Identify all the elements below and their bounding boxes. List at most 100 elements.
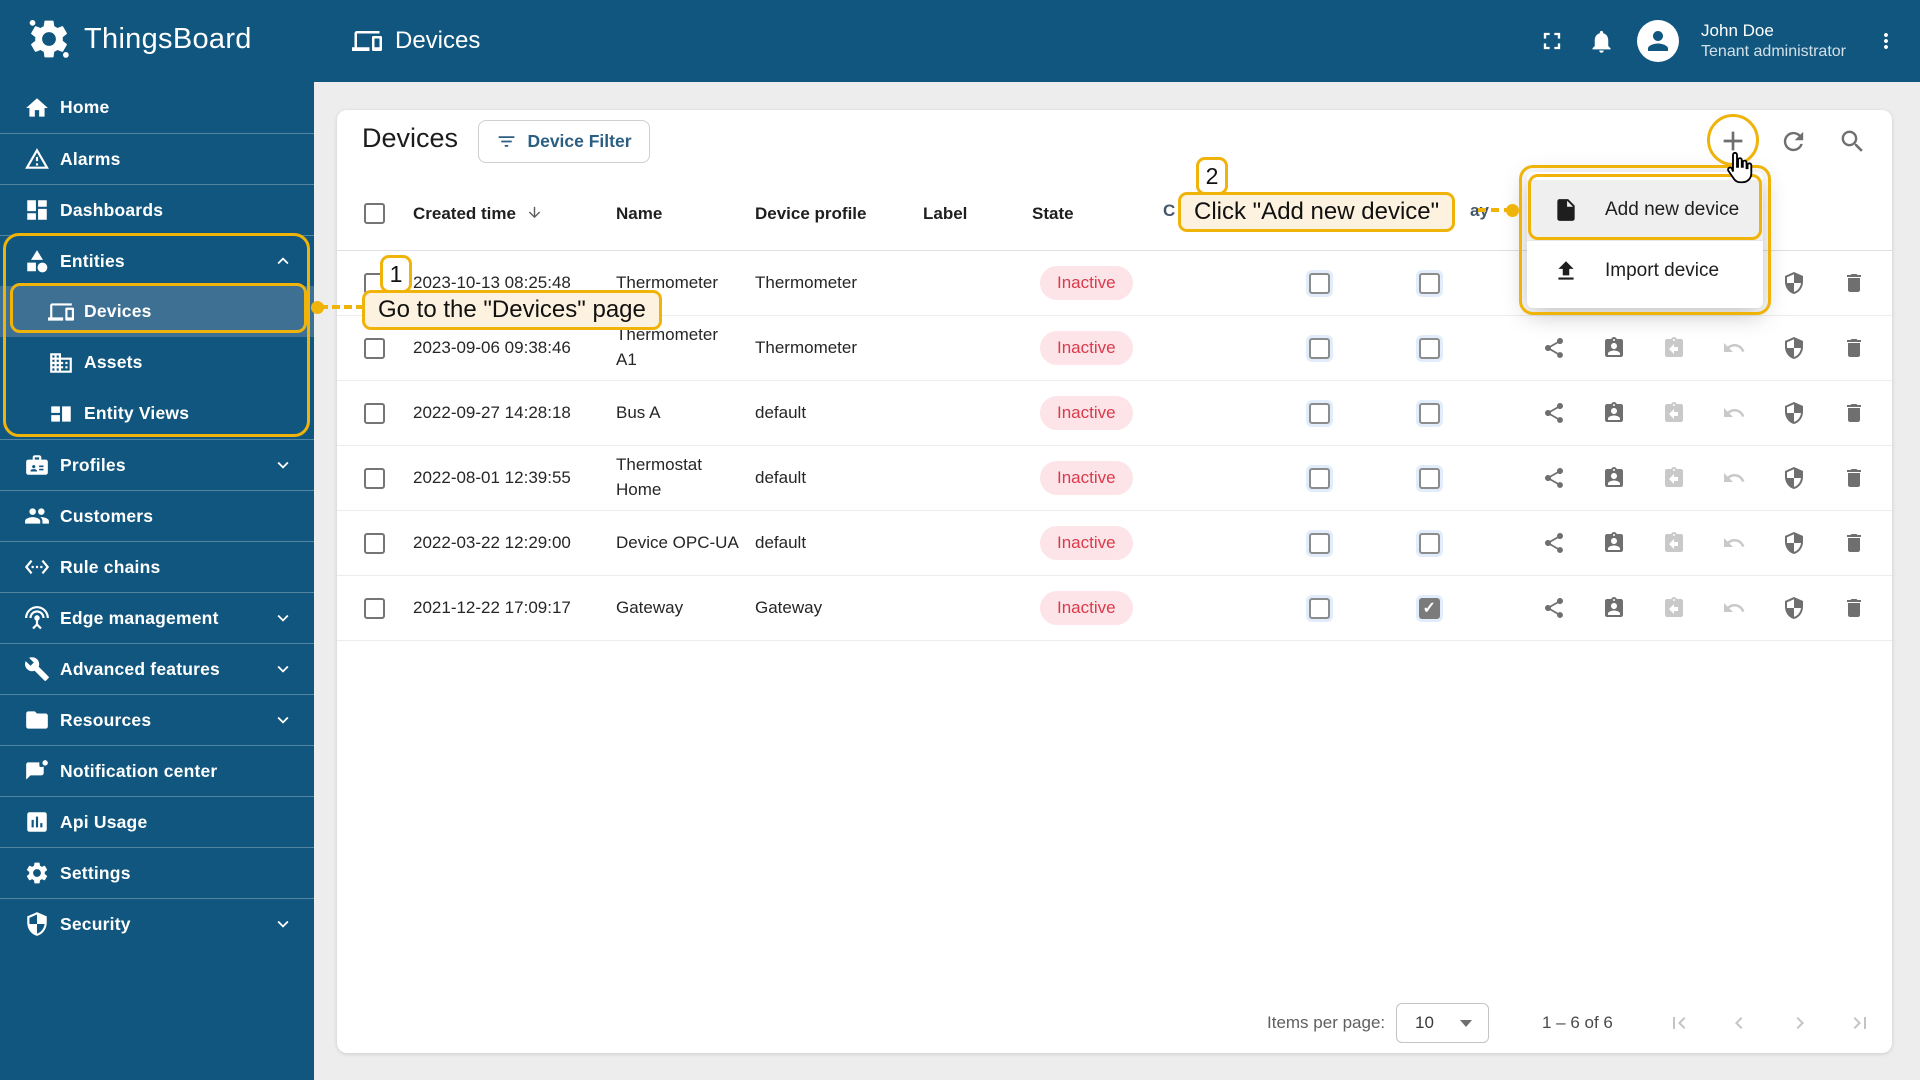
share-icon[interactable] bbox=[1542, 596, 1566, 620]
folder-icon bbox=[24, 707, 50, 733]
user-name: John Doe bbox=[1701, 21, 1774, 41]
row-checkbox[interactable] bbox=[364, 467, 385, 489]
delete-icon[interactable] bbox=[1842, 336, 1866, 360]
is-gateway-checkbox[interactable] bbox=[1418, 402, 1440, 424]
column-state[interactable]: State bbox=[1032, 204, 1163, 224]
first-page-icon[interactable] bbox=[1667, 1011, 1691, 1035]
share-icon[interactable] bbox=[1542, 401, 1566, 425]
sidebar-item-rule-chains[interactable]: Rule chains bbox=[0, 541, 314, 592]
select-all-checkbox[interactable] bbox=[364, 203, 385, 224]
sidebar-item-api-usage[interactable]: Api Usage bbox=[0, 796, 314, 847]
column-created-time[interactable]: Created time bbox=[413, 204, 616, 224]
is-gateway-checkbox[interactable] bbox=[1418, 337, 1440, 359]
page-breadcrumb-title: Devices bbox=[395, 27, 481, 54]
share-icon[interactable] bbox=[1542, 466, 1566, 490]
sort-desc-icon bbox=[526, 204, 543, 221]
step2-badge: 2 bbox=[1196, 157, 1228, 195]
public-checkbox[interactable] bbox=[1308, 532, 1330, 554]
public-checkbox[interactable] bbox=[1308, 467, 1330, 489]
connector-dot bbox=[311, 301, 324, 314]
is-gateway-checkbox[interactable] bbox=[1418, 597, 1440, 619]
table-row[interactable]: 2022-09-27 14:28:18 Bus A default Inacti… bbox=[337, 381, 1892, 446]
security-icon[interactable] bbox=[1782, 596, 1806, 620]
is-gateway-checkbox[interactable] bbox=[1418, 532, 1440, 554]
assign-customer-icon[interactable] bbox=[1602, 596, 1626, 620]
credentials-copy-icon[interactable] bbox=[1662, 596, 1686, 620]
status-badge: Inactive bbox=[1040, 526, 1133, 560]
chevron-down-icon bbox=[272, 709, 294, 731]
notifications-icon[interactable] bbox=[1588, 28, 1615, 55]
credentials-copy-icon[interactable] bbox=[1662, 531, 1686, 555]
status-badge: Inactive bbox=[1040, 396, 1133, 430]
share-icon[interactable] bbox=[1542, 336, 1566, 360]
assign-customer-icon[interactable] bbox=[1602, 401, 1626, 425]
more-vert-icon[interactable] bbox=[1874, 29, 1898, 53]
row-checkbox[interactable] bbox=[364, 337, 385, 359]
column-device-profile[interactable]: Device profile bbox=[755, 204, 923, 224]
public-checkbox[interactable] bbox=[1308, 337, 1330, 359]
sidebar-item-advanced-features[interactable]: Advanced features bbox=[0, 643, 314, 694]
security-icon[interactable] bbox=[1782, 531, 1806, 555]
column-name[interactable]: Name bbox=[616, 204, 755, 224]
avatar-icon[interactable] bbox=[1637, 20, 1680, 62]
delete-icon[interactable] bbox=[1842, 531, 1866, 555]
unassign-icon[interactable] bbox=[1722, 401, 1746, 425]
sidebar-item-settings[interactable]: Settings bbox=[0, 847, 314, 898]
delete-icon[interactable] bbox=[1842, 466, 1866, 490]
public-checkbox[interactable] bbox=[1308, 597, 1330, 619]
dashboard-icon bbox=[24, 197, 50, 223]
delete-icon[interactable] bbox=[1842, 271, 1866, 295]
unassign-icon[interactable] bbox=[1722, 531, 1746, 555]
column-customer-partial: C bbox=[1163, 201, 1176, 220]
last-page-icon[interactable] bbox=[1848, 1011, 1872, 1035]
chevron-down-icon bbox=[272, 607, 294, 629]
security-icon[interactable] bbox=[1782, 271, 1806, 295]
share-icon[interactable] bbox=[1542, 531, 1566, 555]
table-row[interactable]: 2022-03-22 12:29:00 Device OPC-UA defaul… bbox=[337, 511, 1892, 576]
refresh-icon[interactable] bbox=[1779, 127, 1808, 156]
sidebar-item-edge-management[interactable]: Edge management bbox=[0, 592, 314, 643]
assign-customer-icon[interactable] bbox=[1602, 336, 1626, 360]
public-checkbox[interactable] bbox=[1308, 402, 1330, 424]
public-checkbox[interactable] bbox=[1308, 272, 1330, 294]
row-checkbox[interactable] bbox=[364, 402, 385, 424]
search-icon[interactable] bbox=[1838, 127, 1867, 156]
sidebar-item-profiles[interactable]: Profiles bbox=[0, 439, 314, 490]
credentials-copy-icon[interactable] bbox=[1662, 401, 1686, 425]
unassign-icon[interactable] bbox=[1722, 336, 1746, 360]
next-page-icon[interactable] bbox=[1788, 1011, 1812, 1035]
row-checkbox[interactable] bbox=[364, 532, 385, 554]
sidebar-item-dashboards[interactable]: Dashboards bbox=[0, 184, 314, 235]
home-icon bbox=[24, 95, 50, 121]
security-icon[interactable] bbox=[1782, 466, 1806, 490]
page-size-select[interactable]: 10 bbox=[1396, 1003, 1489, 1043]
security-icon[interactable] bbox=[1782, 336, 1806, 360]
sidebar-item-resources[interactable]: Resources bbox=[0, 694, 314, 745]
is-gateway-checkbox[interactable] bbox=[1418, 467, 1440, 489]
sidebar-item-customers[interactable]: Customers bbox=[0, 490, 314, 541]
connector-dash bbox=[320, 305, 364, 309]
delete-icon[interactable] bbox=[1842, 596, 1866, 620]
column-label[interactable]: Label bbox=[923, 204, 1032, 224]
sidebar-item-alarms[interactable]: Alarms bbox=[0, 133, 314, 184]
delete-icon[interactable] bbox=[1842, 401, 1866, 425]
unassign-icon[interactable] bbox=[1722, 596, 1746, 620]
security-icon[interactable] bbox=[1782, 401, 1806, 425]
assign-customer-icon[interactable] bbox=[1602, 466, 1626, 490]
credentials-copy-icon[interactable] bbox=[1662, 336, 1686, 360]
sidebar-item-home[interactable]: Home bbox=[0, 82, 314, 133]
device-filter-button[interactable]: Device Filter bbox=[478, 120, 650, 163]
fullscreen-icon[interactable] bbox=[1538, 27, 1566, 55]
user-info[interactable]: John Doe Tenant administrator bbox=[1701, 20, 1846, 61]
sidebar-item-security[interactable]: Security bbox=[0, 898, 314, 949]
connector-dot bbox=[1506, 204, 1519, 217]
assign-customer-icon[interactable] bbox=[1602, 531, 1626, 555]
is-gateway-checkbox[interactable] bbox=[1418, 272, 1440, 294]
row-checkbox[interactable] bbox=[364, 597, 385, 619]
prev-page-icon[interactable] bbox=[1727, 1011, 1751, 1035]
unassign-icon[interactable] bbox=[1722, 466, 1746, 490]
sidebar-item-notification-center[interactable]: Notification center bbox=[0, 745, 314, 796]
table-row[interactable]: 2022-08-01 12:39:55 Thermostat Home defa… bbox=[337, 446, 1892, 511]
table-row[interactable]: 2021-12-22 17:09:17 Gateway Gateway Inac… bbox=[337, 576, 1892, 641]
credentials-copy-icon[interactable] bbox=[1662, 466, 1686, 490]
